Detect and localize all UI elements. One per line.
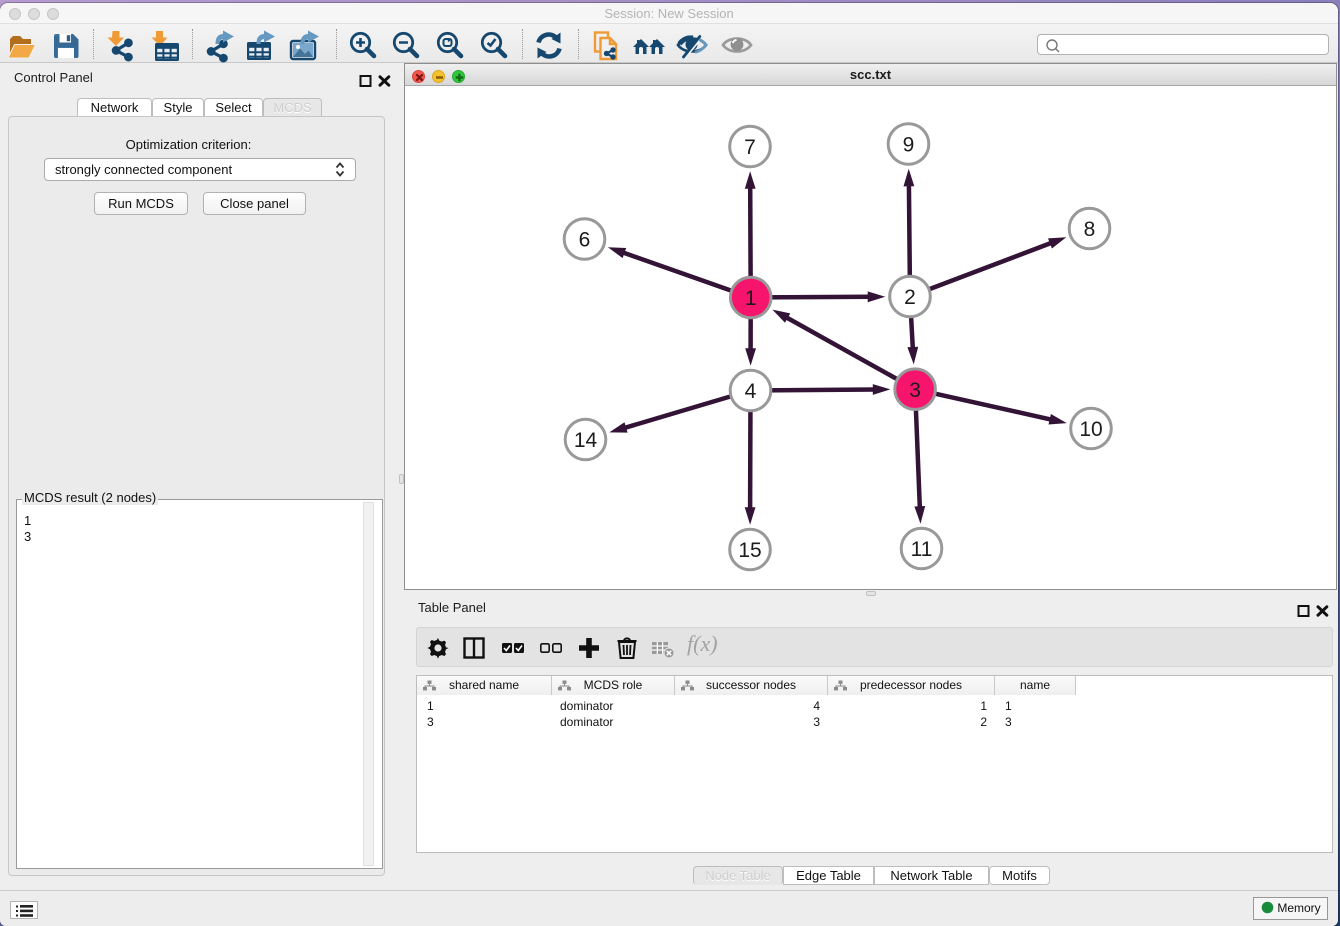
svg-text:15: 15 bbox=[738, 539, 761, 562]
svg-text:2: 2 bbox=[904, 286, 916, 309]
svg-text:7: 7 bbox=[744, 136, 756, 159]
svg-text:11: 11 bbox=[911, 538, 933, 561]
svg-text:14: 14 bbox=[574, 429, 598, 452]
svg-text:9: 9 bbox=[903, 134, 915, 157]
svg-text:1: 1 bbox=[745, 287, 757, 310]
svg-text:3: 3 bbox=[909, 379, 921, 402]
svg-text:6: 6 bbox=[579, 229, 591, 252]
svg-text:4: 4 bbox=[745, 380, 757, 403]
svg-text:8: 8 bbox=[1084, 218, 1096, 241]
svg-text:10: 10 bbox=[1079, 418, 1102, 441]
